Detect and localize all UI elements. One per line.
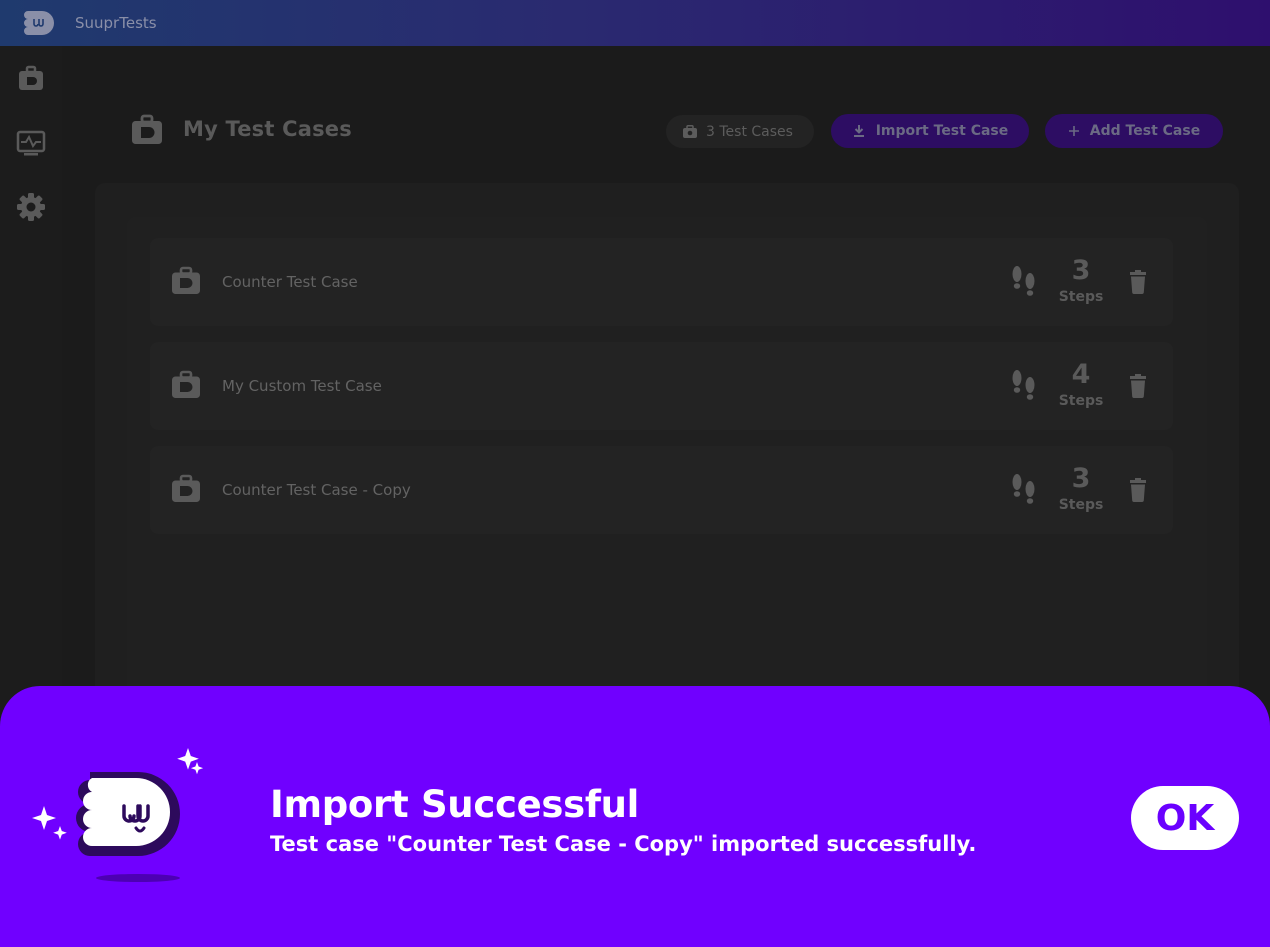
test-case-name: Counter Test Case - Copy (222, 481, 411, 499)
footsteps-icon (1012, 266, 1035, 296)
steps-label: Steps (1058, 393, 1104, 409)
briefcase-icon (19, 65, 43, 90)
add-test-case-label: Add Test Case (1089, 123, 1201, 139)
briefcase-icon (132, 114, 162, 144)
sidebar-item-settings[interactable] (16, 192, 46, 222)
app-title: SuuprTests (75, 14, 157, 32)
toast-title: Import Successful (270, 783, 640, 826)
add-test-case-button[interactable]: Add Test Case (1045, 114, 1223, 148)
footsteps-icon (1012, 370, 1035, 400)
briefcase-icon (172, 266, 200, 294)
test-case-name: Counter Test Case (222, 273, 358, 291)
toast-message: Test case "Counter Test Case - Copy" imp… (270, 832, 977, 856)
ok-button[interactable]: OK (1131, 786, 1239, 850)
test-case-name: My Custom Test Case (222, 377, 382, 395)
steps-label: Steps (1058, 497, 1104, 513)
title-bar: SuuprTests (0, 0, 1270, 46)
plus-icon (1068, 126, 1079, 136)
footsteps-icon (1012, 474, 1035, 504)
gear-icon (17, 193, 45, 221)
test-case-row[interactable]: Counter Test Case 3 Steps (150, 238, 1173, 326)
app-logo-icon (24, 11, 54, 35)
test-case-count-label: 3 Test Cases (706, 123, 793, 140)
import-test-case-button[interactable]: Import Test Case (831, 114, 1029, 148)
trash-icon[interactable] (1126, 269, 1150, 295)
steps-label: Steps (1058, 289, 1104, 305)
trash-icon[interactable] (1126, 373, 1150, 399)
trash-icon[interactable] (1126, 477, 1150, 503)
briefcase-icon (683, 124, 697, 138)
import-success-toast: Import Successful Test case "Counter Tes… (0, 686, 1270, 947)
download-icon (853, 125, 864, 137)
test-case-count-badge: 3 Test Cases (666, 115, 814, 148)
step-count: 3 (1071, 463, 1091, 494)
monitor-pulse-icon (16, 130, 46, 156)
sidebar-item-monitor[interactable] (16, 128, 46, 158)
sidebar-item-test-cases[interactable] (16, 64, 46, 94)
step-count: 3 (1071, 255, 1091, 286)
briefcase-icon (172, 370, 200, 398)
briefcase-icon (172, 474, 200, 502)
test-case-row[interactable]: Counter Test Case - Copy 3 Steps (150, 446, 1173, 534)
page-title: My Test Cases (183, 117, 352, 141)
test-case-row[interactable]: My Custom Test Case 4 Steps (150, 342, 1173, 430)
import-test-case-label: Import Test Case (875, 123, 1009, 139)
step-count: 4 (1071, 359, 1091, 390)
mascot-logo-icon (32, 748, 204, 882)
